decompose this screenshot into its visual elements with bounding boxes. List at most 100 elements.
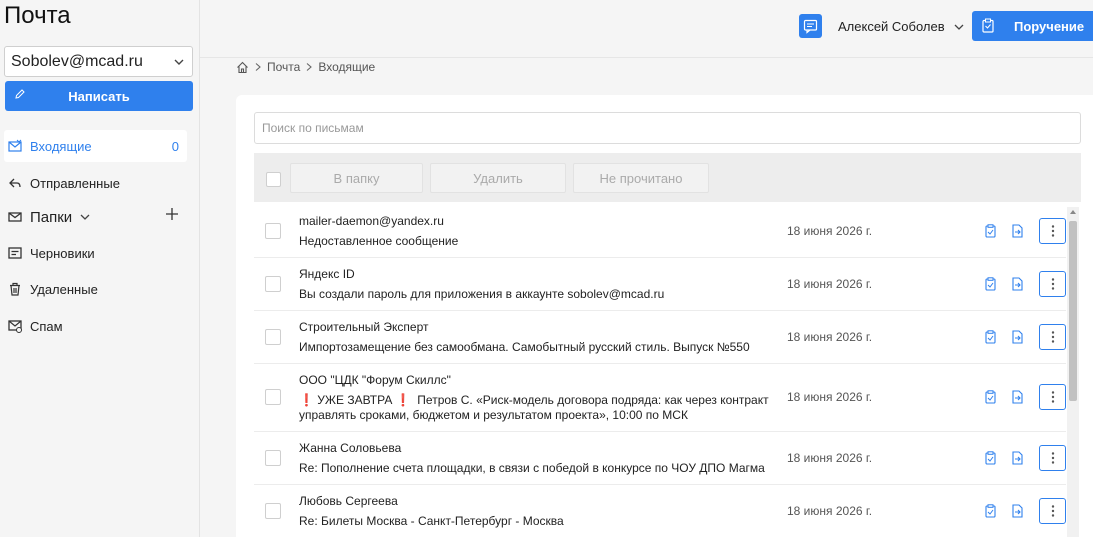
message-sender: Жанна Соловьева [299,441,402,455]
row-checkbox[interactable] [265,389,281,405]
move-to-folder-button[interactable]: В папку [290,163,423,193]
nav-item-deleted[interactable]: Удаленные [4,273,187,305]
nav-label-sent: Отправленные [30,175,120,191]
message-subject: Re: Пополнение счета площадки, в связи с… [299,461,765,475]
create-task-icon[interactable] [985,390,996,404]
select-all-checkbox[interactable] [266,172,281,187]
row-menu-button[interactable] [1039,384,1066,410]
create-task-icon[interactable] [985,504,996,518]
row-checkbox[interactable] [265,503,281,519]
export-document-icon[interactable] [1011,277,1024,291]
breadcrumb-item-mail[interactable]: Почта [267,60,300,74]
more-vertical-icon [1051,331,1054,343]
scroll-up-arrow-icon[interactable] [1070,210,1076,214]
nav-item-sent[interactable]: Отправленные [4,167,187,199]
message-sender: mailer-daemon@yandex.ru [299,214,444,228]
nav-item-drafts[interactable]: Черновики [4,237,187,269]
chevron-down-icon [954,24,964,30]
clipboard-icon [982,18,994,33]
message-date: 18 июня 2026 г. [787,277,873,291]
nav-label-inbox: Входящие [30,138,92,154]
home-icon[interactable] [236,61,249,74]
chevron-down-icon[interactable] [78,211,92,223]
more-vertical-icon [1051,452,1054,464]
export-document-icon[interactable] [1011,330,1024,344]
app-title: Почта [4,2,71,29]
message-subject: Re: Билеты Москва - Санкт-Петербург - Мо… [299,514,564,528]
message-sender: Яндекс ID [299,267,355,281]
inbox-count: 0 [171,138,179,154]
sidebar: Почта Sobolev@mcad.ru Написать Входящие … [0,0,200,537]
export-document-icon[interactable] [1011,504,1024,518]
row-menu-button[interactable] [1039,324,1066,350]
row-menu-button[interactable] [1039,498,1066,524]
message-sender: ООО "ЦДК "Форум Скиллс" [299,373,451,387]
message-subject-highlight: УЖЕ ЗАВТРА [317,393,393,407]
chat-button[interactable] [799,14,822,38]
pencil-icon [15,89,25,99]
trash-icon [10,282,20,296]
create-task-icon[interactable] [985,330,996,344]
message-panel: В папку Удалить Не прочитано mailer-daem… [236,95,1093,537]
more-vertical-icon [1051,391,1054,403]
message-subject: Недоставленное сообщение [299,234,459,248]
nav-label-folders: Папки [30,208,73,226]
message-row[interactable]: Жанна Соловьева Re: Пополнение счета пло… [254,432,1066,485]
nav-label-drafts: Черновики [30,245,95,261]
delete-button[interactable]: Удалить [430,163,566,193]
export-document-icon[interactable] [1011,451,1024,465]
message-row[interactable]: Любовь Сергеева Re: Билеты Москва - Санк… [254,485,1066,537]
row-checkbox[interactable] [265,276,281,292]
compose-button[interactable]: Написать [5,81,193,111]
compose-label: Написать [68,88,130,104]
mail-icon [8,212,22,222]
task-button[interactable]: Поручение [972,11,1093,41]
message-sender: Любовь Сергеева [299,494,398,508]
task-button-label: Поручение [1014,18,1085,34]
chevron-down-icon [174,59,184,65]
urgent-mark: ❗ [299,393,314,407]
nav-label-deleted: Удаленные [30,281,98,297]
row-menu-button[interactable] [1039,271,1066,297]
row-checkbox[interactable] [265,223,281,239]
mark-unread-button[interactable]: Не прочитано [573,163,709,193]
message-subject: ❗ УЖЕ ЗАВТРА ❗ Петров С. «Риск-модель до… [299,393,784,423]
add-folder-icon[interactable] [165,207,179,221]
chevron-right-icon [306,63,313,71]
nav-label-spam: Спам [30,318,63,334]
message-row[interactable]: Строительный Эксперт Импортозамещение бе… [254,311,1066,364]
breadcrumb: Почта Входящие [236,60,375,74]
nav-item-folders[interactable]: Папки [4,201,187,233]
account-email: Sobolev@mcad.ru [11,52,143,70]
row-menu-button[interactable] [1039,218,1066,244]
account-select[interactable]: Sobolev@mcad.ru [4,46,193,77]
message-sender: Строительный Эксперт [299,320,429,334]
create-task-icon[interactable] [985,224,996,238]
message-row[interactable]: mailer-daemon@yandex.ru Недоставленное с… [254,205,1066,258]
create-task-icon[interactable] [985,277,996,291]
row-checkbox[interactable] [265,450,281,466]
create-task-icon[interactable] [985,451,996,465]
more-vertical-icon [1051,225,1054,237]
list-scrollbar[interactable] [1067,207,1079,537]
message-date: 18 июня 2026 г. [787,224,873,238]
chat-icon [803,19,818,34]
message-date: 18 июня 2026 г. [787,330,873,344]
reply-icon [9,178,21,188]
more-vertical-icon [1051,278,1054,290]
export-document-icon[interactable] [1011,224,1024,238]
scrollbar-thumb[interactable] [1069,221,1077,401]
user-menu[interactable]: Алексей Соболев [838,19,965,34]
bulk-toolbar: В папку Удалить Не прочитано [254,153,1081,202]
export-document-icon[interactable] [1011,390,1024,404]
nav-item-spam[interactable]: Спам [4,310,187,342]
message-subject: Вы создали пароль для приложения в аккау… [299,287,665,301]
message-row[interactable]: Яндекс ID Вы создали пароль для приложен… [254,258,1066,311]
search-input[interactable] [254,112,1081,144]
message-row[interactable]: ООО "ЦДК "Форум Скиллс" ❗ УЖЕ ЗАВТРА ❗ П… [254,364,1066,432]
breadcrumb-item-inbox: Входящие [318,60,376,74]
row-menu-button[interactable] [1039,445,1066,471]
spam-icon [8,320,22,333]
nav-item-inbox[interactable]: Входящие 0 [4,130,187,162]
row-checkbox[interactable] [265,329,281,345]
